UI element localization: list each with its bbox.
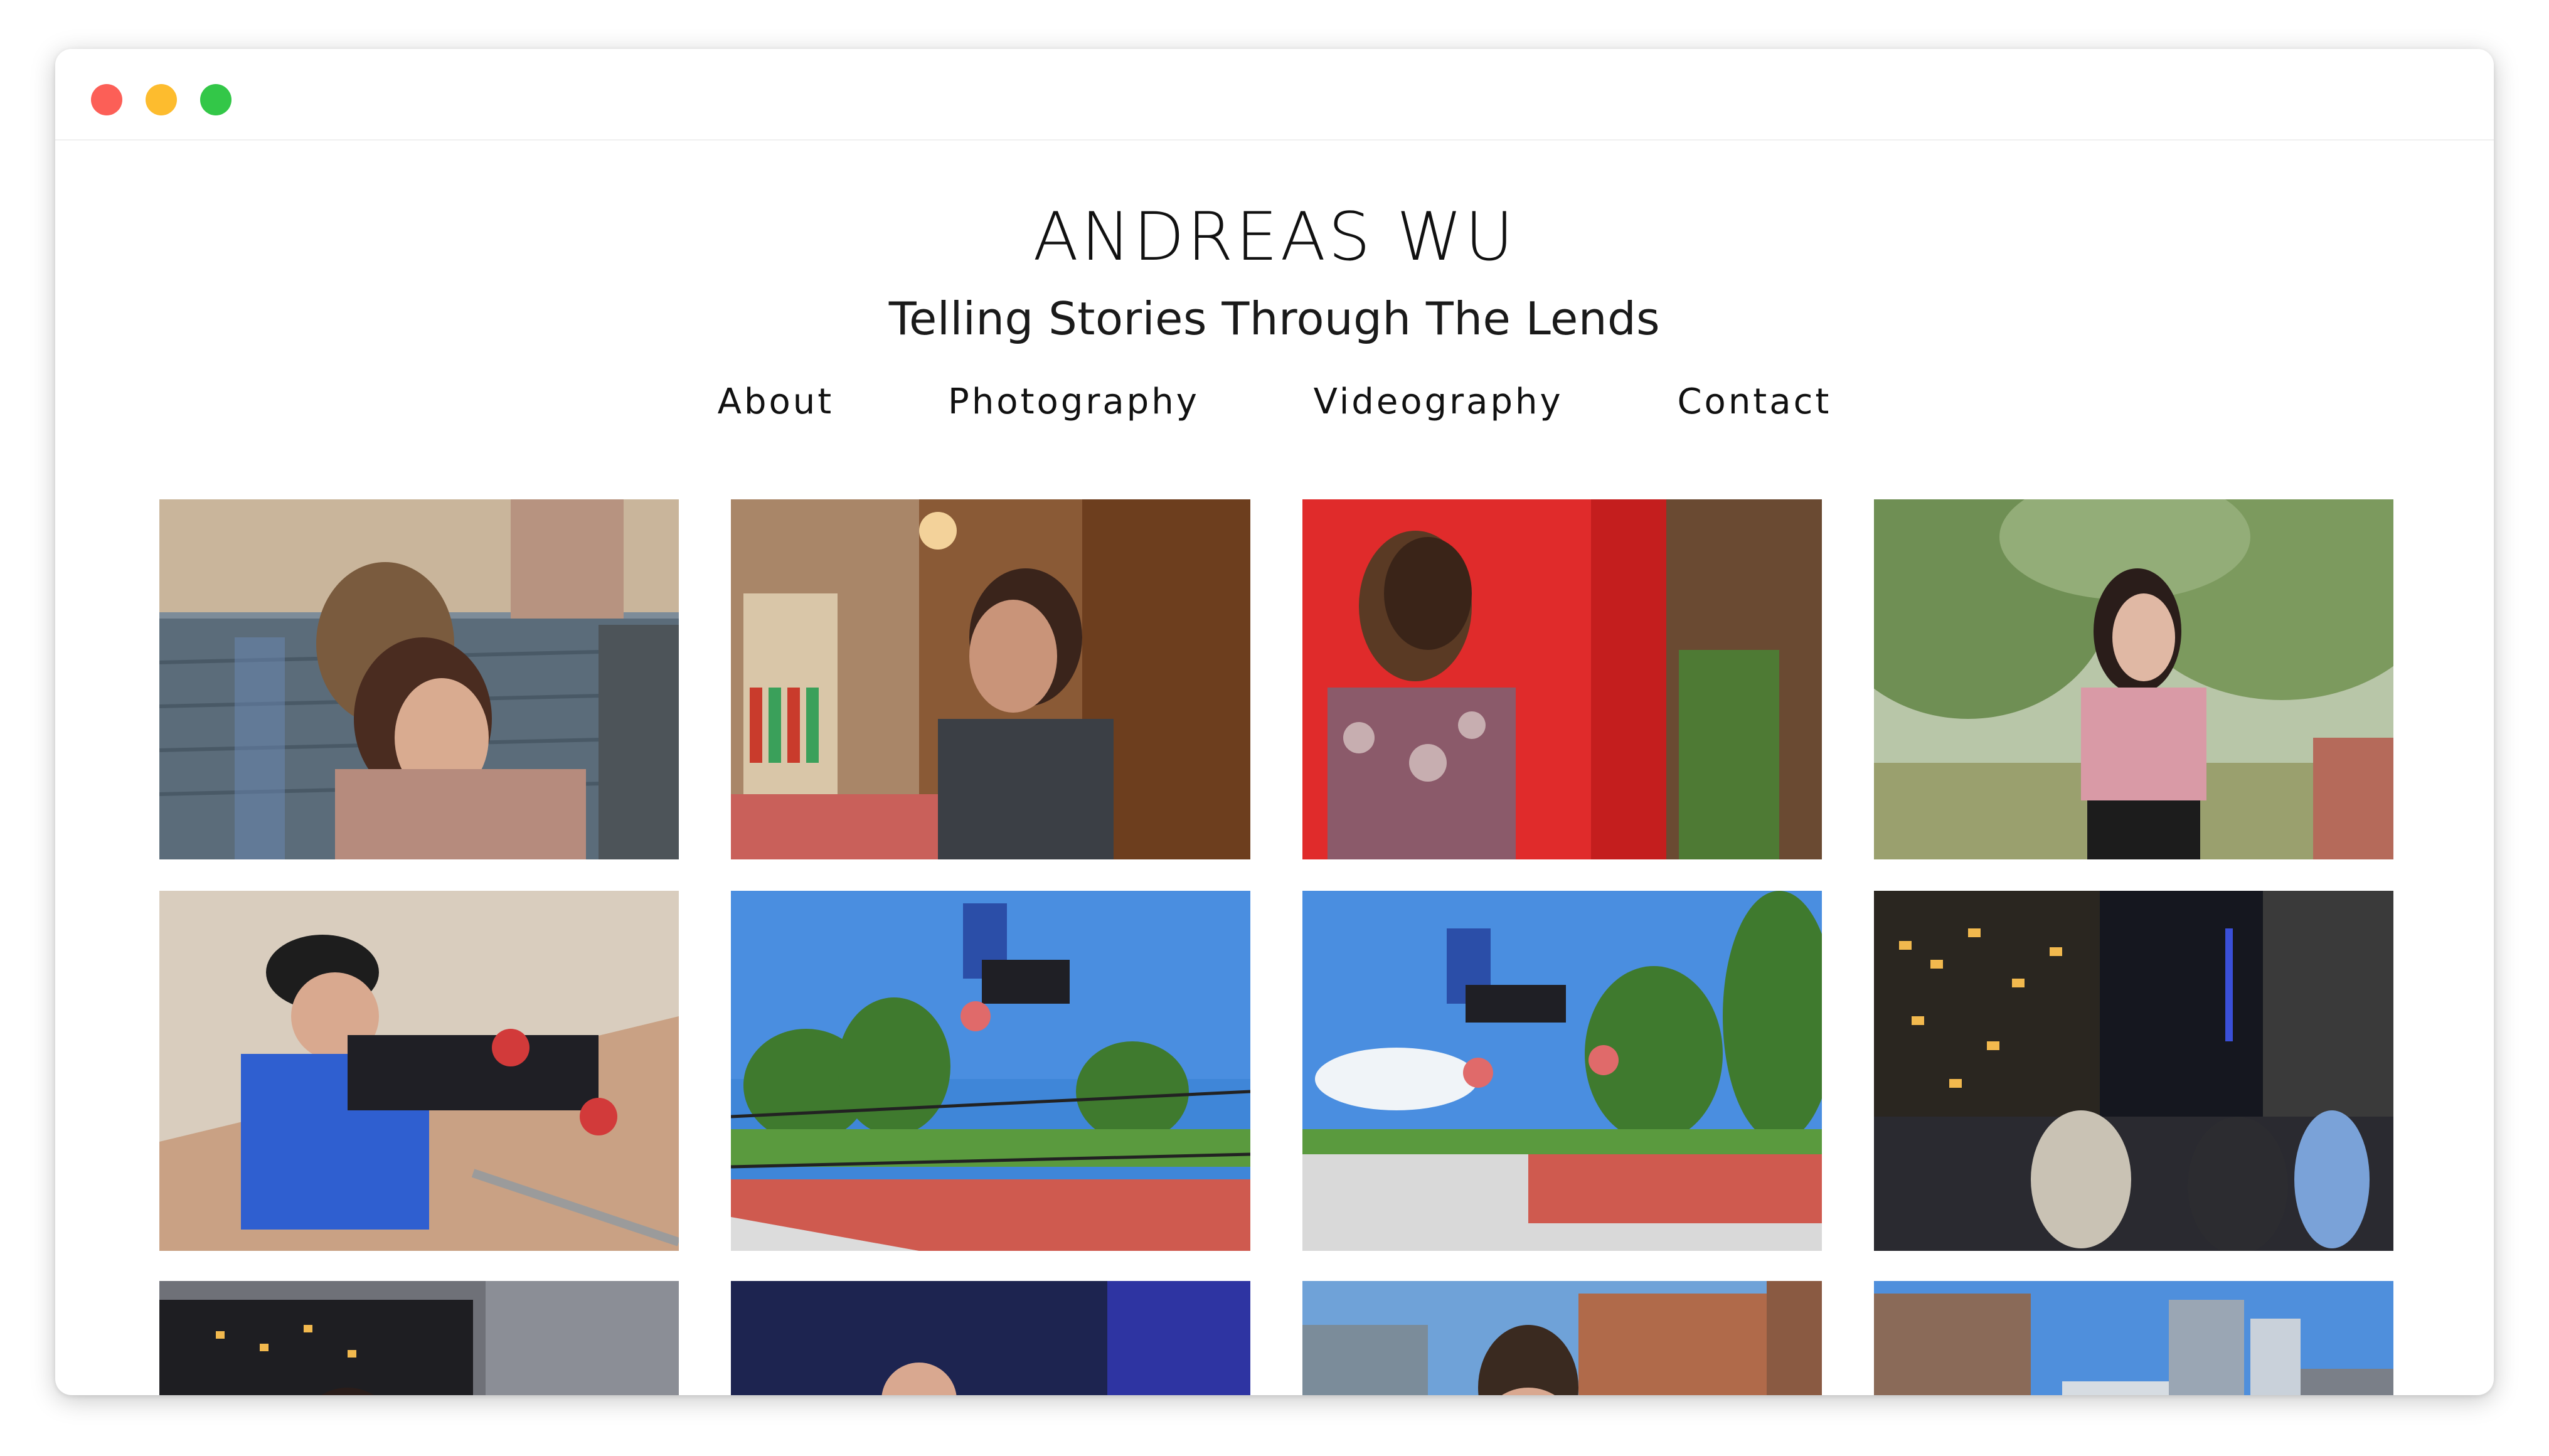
photo-man-red-door[interactable] [1302, 499, 1822, 859]
photo-woman-in-bar[interactable] [731, 499, 1250, 859]
photo-woman-with-man-brick-wall[interactable] [159, 499, 679, 859]
photo-skater-jumping-ramp[interactable] [1302, 891, 1822, 1251]
photo-woman-by-window[interactable] [159, 1281, 679, 1395]
photo-man-at-party[interactable] [731, 1281, 1250, 1395]
photo-city-skyline[interactable] [1874, 1281, 2393, 1395]
photo-man-city-buildings[interactable] [1302, 1281, 1822, 1395]
photo-gallery [55, 49, 2494, 1395]
photo-skater-sitting[interactable] [159, 891, 679, 1251]
browser-window: ANDREAS WU Telling Stories Through The L… [55, 49, 2494, 1395]
photo-rooftop-party-night[interactable] [1874, 891, 2393, 1251]
photo-woman-in-park[interactable] [1874, 499, 2393, 859]
photo-skater-jumping-sky[interactable] [731, 891, 1250, 1251]
